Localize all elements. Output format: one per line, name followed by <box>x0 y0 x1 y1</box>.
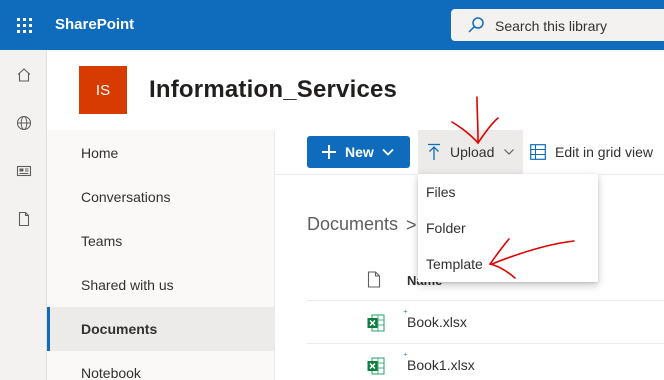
new-button-label: New <box>345 144 374 160</box>
home-icon <box>17 68 30 82</box>
nav-item-shared-with-us[interactable]: Shared with us <box>47 263 274 307</box>
search-box[interactable]: Search this library <box>451 9 664 41</box>
edit-in-grid-view-button[interactable]: Edit in grid view <box>528 136 664 168</box>
chevron-down-icon <box>504 149 514 155</box>
search-icon <box>468 17 484 33</box>
rail-files-button[interactable] <box>0 199 47 239</box>
plus-icon <box>322 145 336 159</box>
header-divider <box>307 300 664 301</box>
nav-item-home[interactable]: Home <box>47 131 274 175</box>
file-name[interactable]: Book.xlsx <box>407 314 467 330</box>
file-name[interactable]: Book1.xlsx <box>407 357 475 373</box>
excel-icon <box>367 357 385 375</box>
nav-item-label: Teams <box>81 233 123 249</box>
menu-item-label: Template <box>426 256 483 272</box>
site-title[interactable]: Information_Services <box>149 76 397 104</box>
breadcrumb-separator: > <box>406 215 417 235</box>
new-button[interactable]: New <box>307 136 410 168</box>
rail-sites-button[interactable] <box>0 103 47 143</box>
nav-item-label: Shared with us <box>81 277 174 293</box>
nav-item-label: Conversations <box>81 189 171 205</box>
rail-news-button[interactable] <box>0 151 47 191</box>
nav-item-label: Documents <box>81 321 158 337</box>
file-type-column-icon[interactable] <box>367 271 381 288</box>
globe-icon <box>16 115 31 131</box>
nav-item-label: Home <box>81 145 119 161</box>
upload-menu: Files Folder Template <box>418 174 598 282</box>
upload-button-label: Upload <box>450 144 495 160</box>
waffle-icon <box>16 17 32 33</box>
site-logo[interactable]: IS <box>79 66 127 114</box>
grid-view-icon <box>530 144 546 160</box>
breadcrumb-documents[interactable]: Documents <box>307 214 398 235</box>
nav-item-notebook[interactable]: Notebook <box>47 351 274 380</box>
nav-item-documents[interactable]: Documents <box>47 307 274 351</box>
edit-in-grid-view-label: Edit in grid view <box>555 144 654 160</box>
menu-item-files[interactable]: Files <box>418 174 598 210</box>
menu-item-label: Files <box>426 184 456 200</box>
file-row[interactable]: ⁺ Book.xlsx <box>307 303 664 343</box>
left-navigation: Home Conversations Teams Shared with us … <box>47 130 275 380</box>
excel-icon <box>367 314 385 332</box>
file-row[interactable]: ⁺ Book1.xlsx <box>307 346 664 380</box>
upload-button[interactable]: Upload <box>418 130 523 174</box>
news-icon <box>16 165 31 177</box>
nav-item-teams[interactable]: Teams <box>47 219 274 263</box>
upload-icon <box>428 143 440 160</box>
search-input[interactable]: Search this library <box>495 18 607 34</box>
nav-item-conversations[interactable]: Conversations <box>47 175 274 219</box>
row-divider <box>307 343 664 344</box>
chevron-down-icon <box>382 148 394 156</box>
rail-home-button[interactable] <box>0 55 47 95</box>
brand-name[interactable]: SharePoint <box>55 16 134 33</box>
app-launcher-button[interactable] <box>0 0 48 50</box>
document-icon <box>18 211 29 227</box>
nav-item-label: Notebook <box>81 365 141 380</box>
suite-bar: SharePoint Search this library <box>0 0 664 50</box>
app-rail <box>0 50 47 380</box>
menu-item-template[interactable]: Template <box>418 246 598 282</box>
menu-item-folder[interactable]: Folder <box>418 210 598 246</box>
menu-item-label: Folder <box>426 220 466 236</box>
